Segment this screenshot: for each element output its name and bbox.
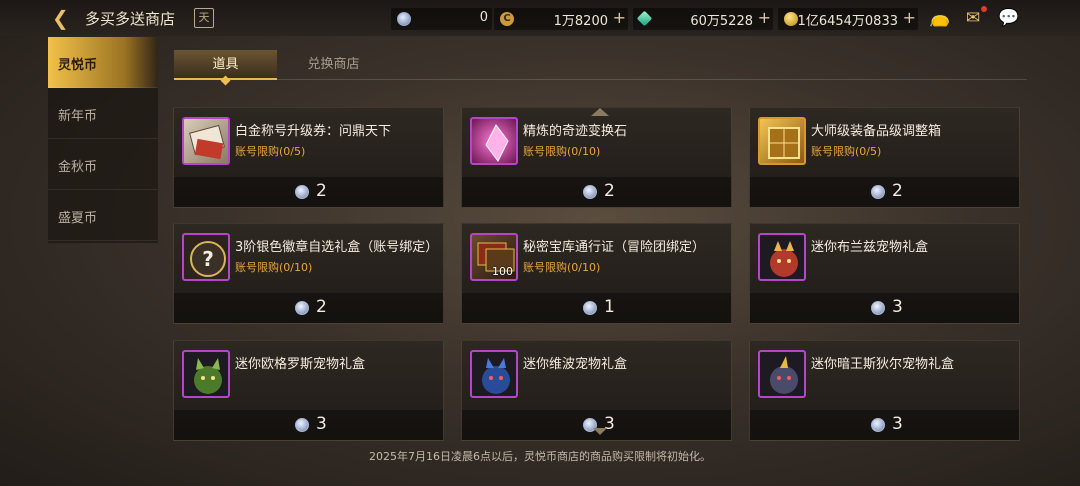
add-gold-button[interactable]: + [903, 8, 916, 27]
price-row: 2 [750, 177, 1019, 207]
lingyue-coin-icon [871, 301, 885, 315]
shop-item-card[interactable]: 迷你暗王斯狄尔宠物礼盒 3 [749, 340, 1020, 441]
shop-item-card[interactable]: 迷你布兰兹宠物礼盒 3 [749, 223, 1020, 324]
item-limit: 账号限购(0/10) [523, 145, 601, 158]
golden-box-icon [758, 117, 806, 165]
scroll-up-arrow-icon[interactable] [591, 108, 609, 116]
item-name: 迷你维波宠物礼盒 [523, 357, 628, 372]
currency-gold: 1亿6454万0833 + [778, 8, 918, 30]
price-row: 3 [750, 410, 1019, 440]
item-price: 3 [316, 414, 327, 434]
price-row: 3 [462, 410, 731, 440]
c-coin-icon: C [500, 12, 514, 26]
currency-value: 60万5228 [690, 14, 753, 29]
red-pet-icon [758, 233, 806, 281]
sidebar-item-autumn[interactable]: 金秋币 [48, 139, 158, 190]
item-name: 3阶银色徽章自选礼盒（账号绑定） [235, 240, 439, 255]
gold-coin-icon [784, 12, 798, 26]
item-name: 精炼的奇迹变换石 [523, 124, 628, 139]
item-name: 迷你欧格罗斯宠物礼盒 [235, 357, 366, 372]
shop-item-card[interactable]: 迷你维波宠物礼盒 3 [461, 340, 732, 441]
lingyue-coin-icon [295, 301, 309, 315]
scroll-down-arrow-icon[interactable] [593, 428, 607, 435]
item-price: 3 [892, 297, 903, 317]
add-green-gem-button[interactable]: + [758, 8, 771, 27]
back-arrow-icon[interactable]: ❮ [52, 7, 76, 29]
lingyue-coin-icon [295, 185, 309, 199]
item-price: 2 [892, 181, 903, 201]
lingyue-coin-icon [295, 418, 309, 432]
lingyue-coin-icon [397, 12, 411, 26]
bag-icon[interactable]: 👝 [928, 7, 952, 29]
green-gem-icon [636, 10, 653, 27]
item-quantity: 100 [492, 265, 513, 278]
item-name: 迷你布兰兹宠物礼盒 [811, 240, 929, 255]
chat-icon[interactable]: 💬 [997, 7, 1021, 29]
item-name: 迷你暗王斯狄尔宠物礼盒 [811, 357, 955, 372]
ticket-icon [182, 117, 230, 165]
question-box-icon: ? [182, 233, 230, 281]
price-row: 1 [462, 293, 731, 323]
tab-exchange-shop[interactable]: 兑换商店 [282, 50, 385, 80]
item-name: 白金称号升级券：问鼎天下 [235, 124, 392, 139]
reset-notice: 2025年7月16日凌晨6点以后，灵悦币商店的商品购买限制将初始化。 [369, 450, 711, 463]
price-row: 3 [750, 293, 1019, 323]
svg-text:?: ? [202, 247, 214, 271]
dark-pet-icon [758, 350, 806, 398]
item-limit: 账号限购(0/5) [811, 145, 882, 158]
item-price: 2 [316, 297, 327, 317]
price-row: 3 [174, 410, 443, 440]
item-name: 秘密宝库通行证（冒险团绑定） [523, 240, 706, 255]
notification-dot [981, 6, 987, 12]
sidebar-item-new-year[interactable]: 新年币 [48, 88, 158, 139]
item-limit: 账号限购(0/5) [235, 145, 306, 158]
sidebar-item-lingyue[interactable]: 灵悦币 [48, 37, 158, 88]
price-row: 2 [174, 293, 443, 323]
currency-c-coin: C 1万8200 + [494, 8, 628, 30]
page-title: 多买多送商店 [85, 10, 176, 28]
currency-value: 1万8200 [553, 14, 608, 29]
pink-crystal-icon [470, 117, 518, 165]
sidebar: 灵悦币 新年币 金秋币 盛夏币 [48, 37, 158, 241]
sidebar-item-summer[interactable]: 盛夏币 [48, 190, 158, 241]
lingyue-coin-icon [583, 301, 597, 315]
item-limit: 账号限购(0/10) [235, 261, 313, 274]
green-pet-icon [182, 350, 230, 398]
item-name: 大师级装备品级调整箱 [811, 124, 942, 139]
shop-item-card[interactable]: 100 秘密宝库通行证（冒险团绑定） 账号限购(0/10) 1 [461, 223, 732, 324]
tab-label: 道具 [212, 57, 239, 72]
currency-lingyue: 0 [391, 8, 492, 30]
price-row: 2 [462, 177, 731, 207]
price-row: 2 [174, 177, 443, 207]
blue-pet-icon [470, 350, 518, 398]
lingyue-coin-icon [583, 185, 597, 199]
book-icon: 100 [470, 233, 518, 281]
shop-item-card[interactable]: 迷你欧格罗斯宠物礼盒 3 [173, 340, 444, 441]
currency-value: 1亿6454万0833 [797, 14, 898, 29]
shop-item-card[interactable]: 白金称号升级券：问鼎天下 账号限购(0/5) 2 [173, 107, 444, 208]
item-price: 3 [892, 414, 903, 434]
currency-green-gem: 60万5228 + [633, 8, 773, 30]
item-limit: 账号限购(0/10) [523, 261, 601, 274]
shop-item-card[interactable]: 精炼的奇迹变换石 账号限购(0/10) 2 [461, 107, 732, 208]
tab-bar: 道具 兑换商店 [174, 50, 1027, 86]
currency-value: 0 [479, 10, 488, 25]
shop-item-card[interactable]: ? 3阶银色徽章自选礼盒（账号绑定） 账号限购(0/10) 2 [173, 223, 444, 324]
top-bar: ❮ 多买多送商店 天 0 C 1万8200 + 60万5228 + 1亿6454… [0, 0, 1080, 36]
lingyue-coin-icon [871, 185, 885, 199]
tab-items[interactable]: 道具 [174, 50, 277, 86]
item-price: 1 [604, 297, 615, 317]
add-c-coin-button[interactable]: + [613, 8, 626, 27]
item-price: 2 [316, 181, 327, 201]
item-price: 2 [604, 181, 615, 201]
active-tab-indicator [220, 75, 231, 86]
calendar-icon[interactable]: 天 [194, 8, 214, 28]
shop-item-card[interactable]: 大师级装备品级调整箱 账号限购(0/5) 2 [749, 107, 1020, 208]
lingyue-coin-icon [871, 418, 885, 432]
mail-icon[interactable]: ✉ [961, 6, 987, 29]
